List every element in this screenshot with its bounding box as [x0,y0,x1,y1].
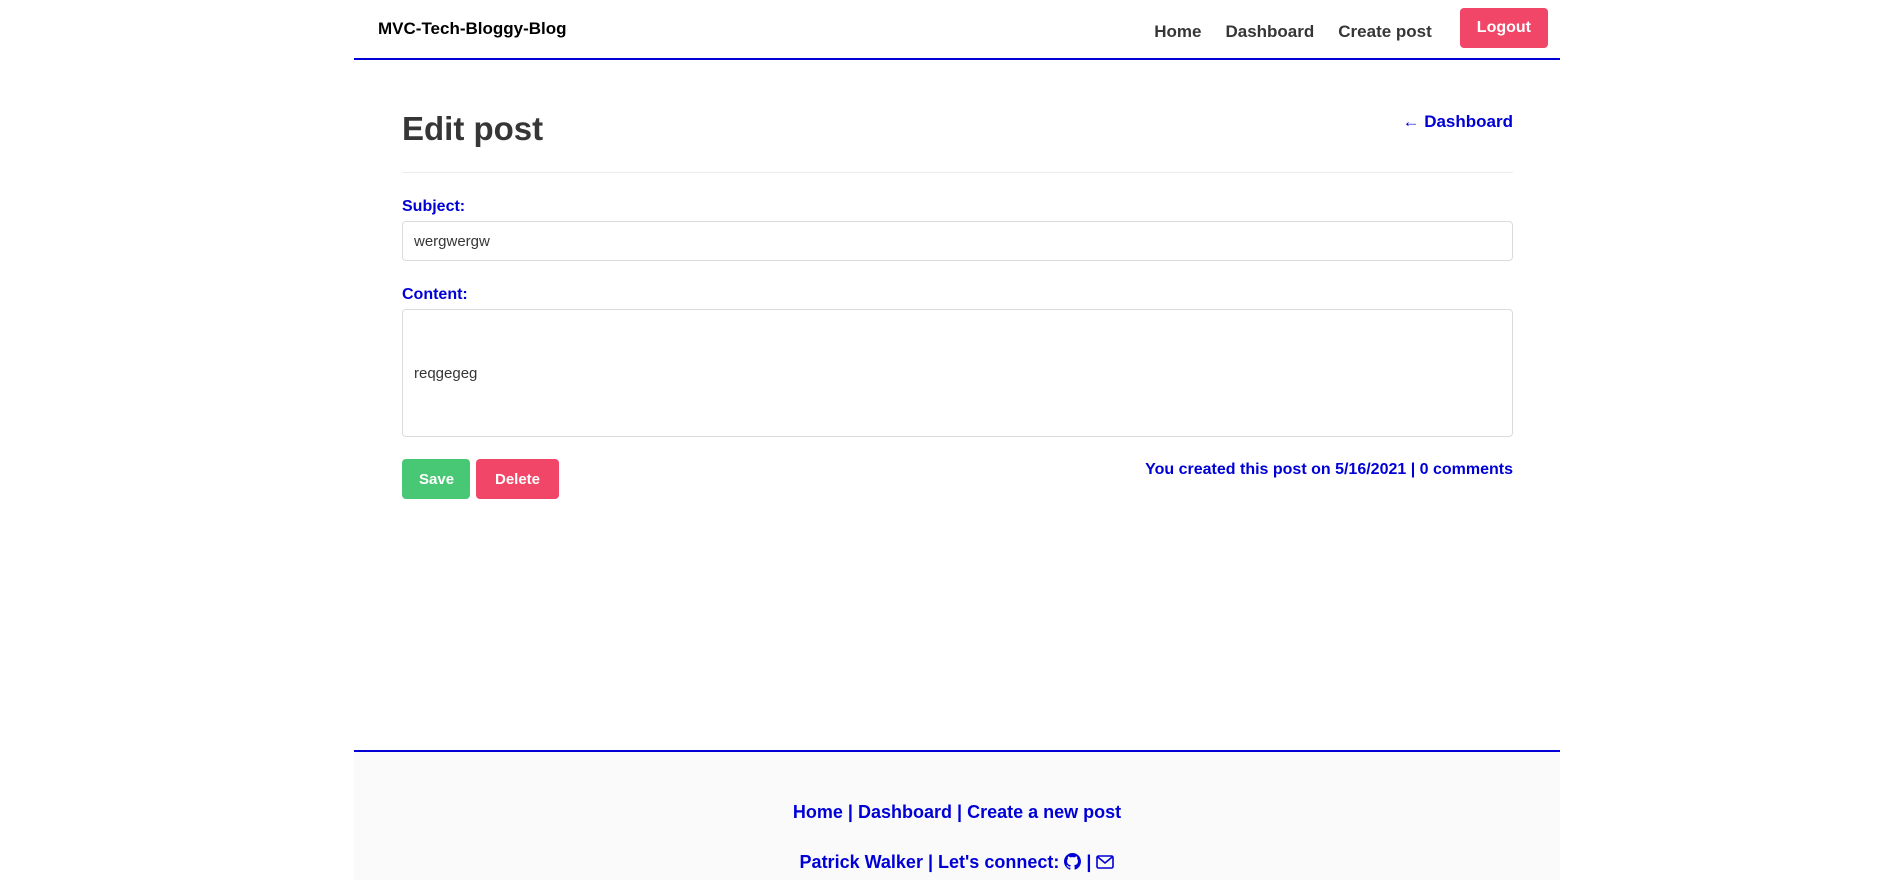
brand-link[interactable]: MVC-Tech-Bloggy-Blog [378,19,567,39]
footer-connect-label: Let's connect: [938,852,1060,872]
github-icon[interactable] [1064,852,1086,872]
envelope-icon[interactable] [1096,852,1115,872]
title-row: Edit post ← Dashboard [402,60,1513,173]
nav-home-link[interactable]: Home [1154,22,1201,42]
subject-label: Subject: [402,198,466,215]
footer-separator: | [1086,852,1092,872]
post-meta: You created this post on 5/16/2021 | 0 c… [1145,461,1513,478]
logout-button[interactable]: Logout [1459,8,1548,48]
delete-button[interactable]: Delete [476,459,559,499]
page-title: Edit post [402,110,544,147]
navbar: MVC-Tech-Bloggy-Blog Home Dashboard Crea… [354,0,1560,60]
content-text: reqgegeg [414,364,478,382]
footer-links: Home | Dashboard | Create a new post [354,802,1560,823]
footer: Home | Dashboard | Create a new post Pat… [354,750,1560,880]
content-textarea[interactable]: reqgegeg [402,309,1513,437]
footer-home-link[interactable]: Home [793,802,843,822]
content-label: Content: [402,286,468,303]
nav-dashboard-link[interactable]: Dashboard [1225,22,1314,42]
footer-author: Patrick Walker [799,852,923,872]
back-to-dashboard-link[interactable]: ← Dashboard [1402,112,1513,132]
footer-separator: | [927,852,934,872]
save-button[interactable]: Save [402,459,470,499]
footer-separator: | [957,802,963,822]
footer-create-post-link[interactable]: Create a new post [967,802,1121,822]
subject-input[interactable] [402,221,1513,261]
footer-contact: Patrick Walker | Let's connect: | [354,852,1560,873]
edit-post-form: Edit post ← Dashboard Subject: Content: … [402,60,1513,499]
page: MVC-Tech-Bloggy-Blog Home Dashboard Crea… [0,0,1903,880]
nav-links: Home Dashboard Create post Logout [1154,8,1548,48]
footer-separator: | [847,802,853,822]
footer-dashboard-link[interactable]: Dashboard [858,802,952,822]
nav-create-post-link[interactable]: Create post [1338,22,1432,42]
